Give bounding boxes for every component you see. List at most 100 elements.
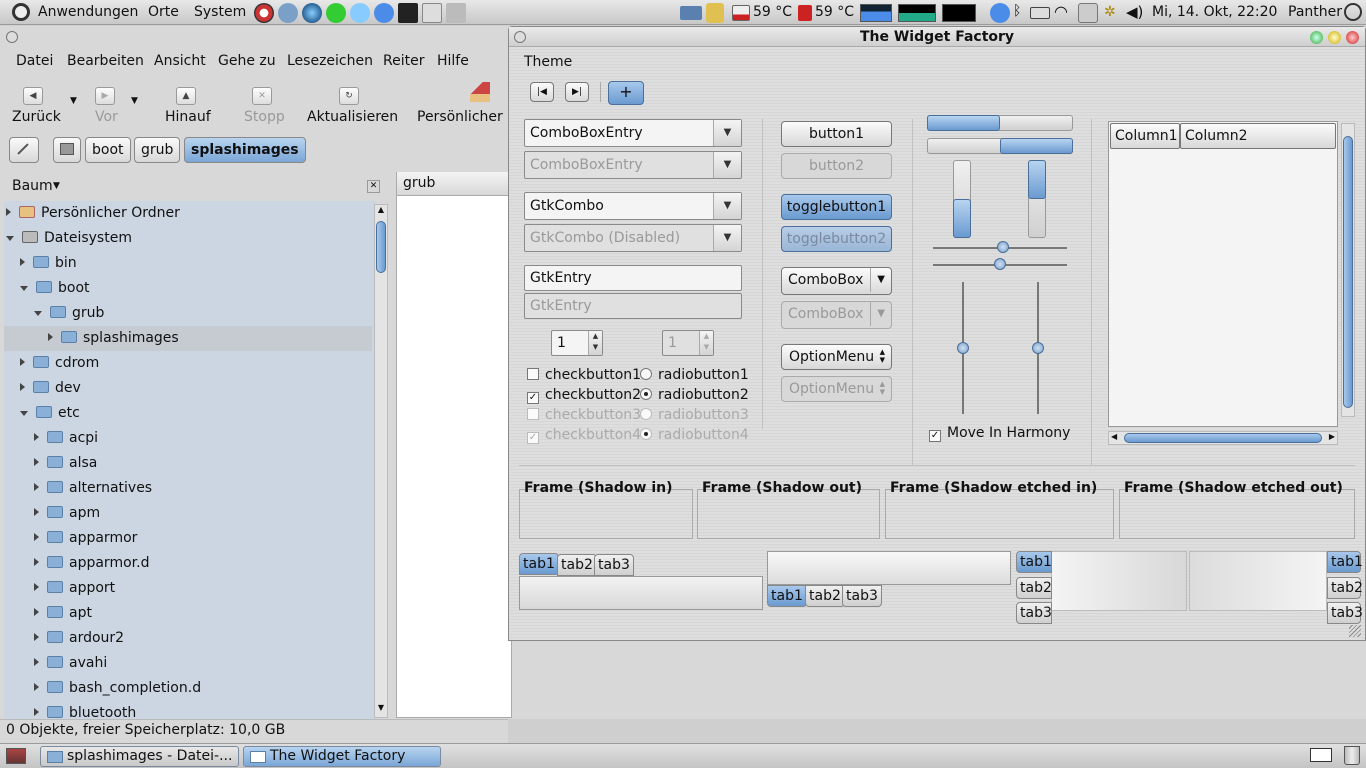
first-button[interactable]: |◀	[530, 82, 554, 102]
radio-selected-icon[interactable]	[640, 388, 652, 400]
tree-view[interactable]: Persönlicher Ordner Dateisystem bin boot gru…	[4, 201, 376, 719]
trash-icon[interactable]	[1344, 746, 1360, 765]
notebook-bottom-tab1[interactable]: tab1	[767, 585, 807, 607]
tree-item[interactable]: Persönlicher Ordner	[4, 201, 372, 226]
forward-button[interactable]: Vor	[95, 109, 118, 125]
menu-bearbeiten[interactable]: Bearbeiten	[67, 53, 144, 69]
back-icon[interactable]: ◀	[23, 87, 43, 105]
hscale2-knob[interactable]	[994, 258, 1006, 270]
checkbutton-1[interactable]: checkbutton1	[527, 367, 641, 383]
vscale2-knob[interactable]	[1032, 342, 1044, 354]
menu-theme[interactable]: Theme	[524, 54, 572, 70]
notebook-right-tab3[interactable]: tab3	[1327, 602, 1363, 624]
workspace-switcher[interactable]	[1310, 748, 1332, 762]
expander-closed-icon[interactable]	[34, 583, 39, 591]
home-button[interactable]: Persönlicher O	[417, 109, 509, 125]
content-tab[interactable]: grub	[397, 172, 512, 196]
pidgin-icon[interactable]	[350, 3, 370, 23]
notification-icon[interactable]: ✲	[1104, 4, 1116, 20]
expander-open-icon[interactable]	[6, 236, 14, 241]
expander-closed-icon[interactable]	[34, 608, 39, 616]
radiobutton-1[interactable]: radiobutton1	[640, 367, 749, 383]
expander-closed-icon[interactable]	[34, 708, 39, 716]
update-icon[interactable]	[990, 3, 1010, 23]
memory-graph[interactable]	[898, 4, 936, 22]
tree-item[interactable]: boot	[4, 276, 372, 301]
expander-closed-icon[interactable]	[34, 558, 39, 566]
column1-header[interactable]: Column1	[1110, 123, 1180, 149]
expander-closed-icon[interactable]	[48, 333, 53, 341]
back-dropdown-icon[interactable]: ▼	[70, 96, 77, 106]
hscroll-thumb[interactable]	[1124, 433, 1322, 443]
tree-item[interactable]: alternatives	[4, 476, 372, 501]
tree-item[interactable]: acpi	[4, 426, 372, 451]
list-scroll-thumb[interactable]	[1343, 136, 1353, 408]
tree-item[interactable]: apt	[4, 601, 372, 626]
notebook-left-tab2[interactable]: tab2	[1016, 577, 1052, 599]
menu-places[interactable]: Orte	[148, 4, 179, 20]
ubuntu-logo-icon[interactable]	[12, 3, 30, 21]
taskbar-widget-factory[interactable]: The Widget Factory	[243, 746, 441, 767]
tree-item[interactable]: apm	[4, 501, 372, 526]
side-pane-dropdown-icon[interactable]: ▼	[53, 181, 60, 191]
up-button[interactable]: Hinauf	[165, 109, 211, 125]
optionmenu[interactable]: OptionMenu ▲ ▼	[781, 344, 892, 370]
combobox[interactable]: ComboBox ▼	[781, 267, 892, 295]
menu-gehe-zu[interactable]: Gehe zu	[218, 53, 276, 69]
tree-item[interactable]: bluetooth	[4, 701, 372, 719]
window-menu-icon[interactable]	[6, 31, 18, 43]
notebook-left-tab3[interactable]: tab3	[1016, 602, 1052, 624]
close-icon[interactable]	[1346, 31, 1359, 44]
tree-item[interactable]: apparmor	[4, 526, 372, 551]
terminal-icon[interactable]	[398, 3, 418, 23]
notebook-bottom-tab3[interactable]: tab3	[842, 585, 882, 607]
move-in-harmony-checkbox[interactable]: ✓ Move In Harmony	[929, 425, 1070, 442]
menu-applications[interactable]: Anwendungen	[38, 4, 138, 20]
wifi-icon[interactable]: ◠	[1054, 2, 1068, 21]
stop-icon[interactable]: ✕	[252, 87, 272, 105]
tree-item[interactable]: alsa	[4, 451, 372, 476]
clock[interactable]: Mi, 14. Okt, 22:20	[1152, 4, 1277, 20]
forward-dropdown-icon[interactable]: ▼	[131, 96, 138, 106]
checkbutton-2[interactable]: ✓ checkbutton2	[527, 387, 641, 404]
expander-open-icon[interactable]	[20, 286, 28, 291]
minimize-icon[interactable]	[1310, 31, 1323, 44]
list-view[interactable]	[1108, 121, 1338, 427]
combo-arrow-icon[interactable]: ▼	[713, 120, 741, 146]
notebook-left-tab1[interactable]: tab1	[1016, 551, 1052, 573]
list-vscrollbar[interactable]	[1341, 123, 1355, 417]
tree-item[interactable]: etc	[4, 401, 372, 426]
expander-closed-icon[interactable]	[34, 483, 39, 491]
volume-icon[interactable]: ◀)	[1126, 3, 1143, 21]
swap-graph[interactable]	[942, 4, 976, 22]
hscroll-left-icon[interactable]: ◀	[1111, 432, 1117, 441]
maximize-icon[interactable]	[1328, 31, 1341, 44]
combo-arrow-icon[interactable]: ▼	[713, 193, 741, 219]
path-splashimages-button[interactable]: splashimages	[184, 137, 306, 163]
skype-icon[interactable]	[326, 3, 346, 23]
network-icon[interactable]	[680, 6, 702, 20]
expander-closed-icon[interactable]	[34, 683, 39, 691]
checkbox-unchecked-icon[interactable]	[527, 368, 539, 380]
reload-button[interactable]: Aktualisieren	[307, 109, 398, 125]
path-root-button[interactable]	[53, 137, 81, 163]
expander-open-icon[interactable]	[34, 311, 42, 316]
content-area[interactable]	[396, 172, 512, 718]
notebook-right-tab1[interactable]: tab1	[1327, 551, 1363, 573]
notebook-top-tab1[interactable]: tab1	[519, 553, 559, 575]
show-desktop-icon[interactable]	[6, 748, 26, 764]
system-monitor-graph[interactable]	[860, 4, 892, 22]
expander-closed-icon[interactable]	[34, 458, 39, 466]
up-icon[interactable]: ▲	[176, 87, 196, 105]
checkbox-icon[interactable]: ✓	[929, 430, 941, 442]
help-icon[interactable]	[254, 3, 274, 23]
edit-path-button[interactable]	[9, 137, 39, 163]
expander-closed-icon[interactable]	[34, 658, 39, 666]
back-button[interactable]: Zurück	[12, 109, 61, 125]
lock-icon[interactable]	[706, 3, 724, 23]
expander-open-icon[interactable]	[20, 411, 28, 416]
togglebutton1[interactable]: togglebutton1	[781, 194, 892, 220]
vscale1-knob[interactable]	[957, 342, 969, 354]
notebook-top-tab3[interactable]: tab3	[594, 554, 634, 576]
tree-item[interactable]: avahi	[4, 651, 372, 676]
